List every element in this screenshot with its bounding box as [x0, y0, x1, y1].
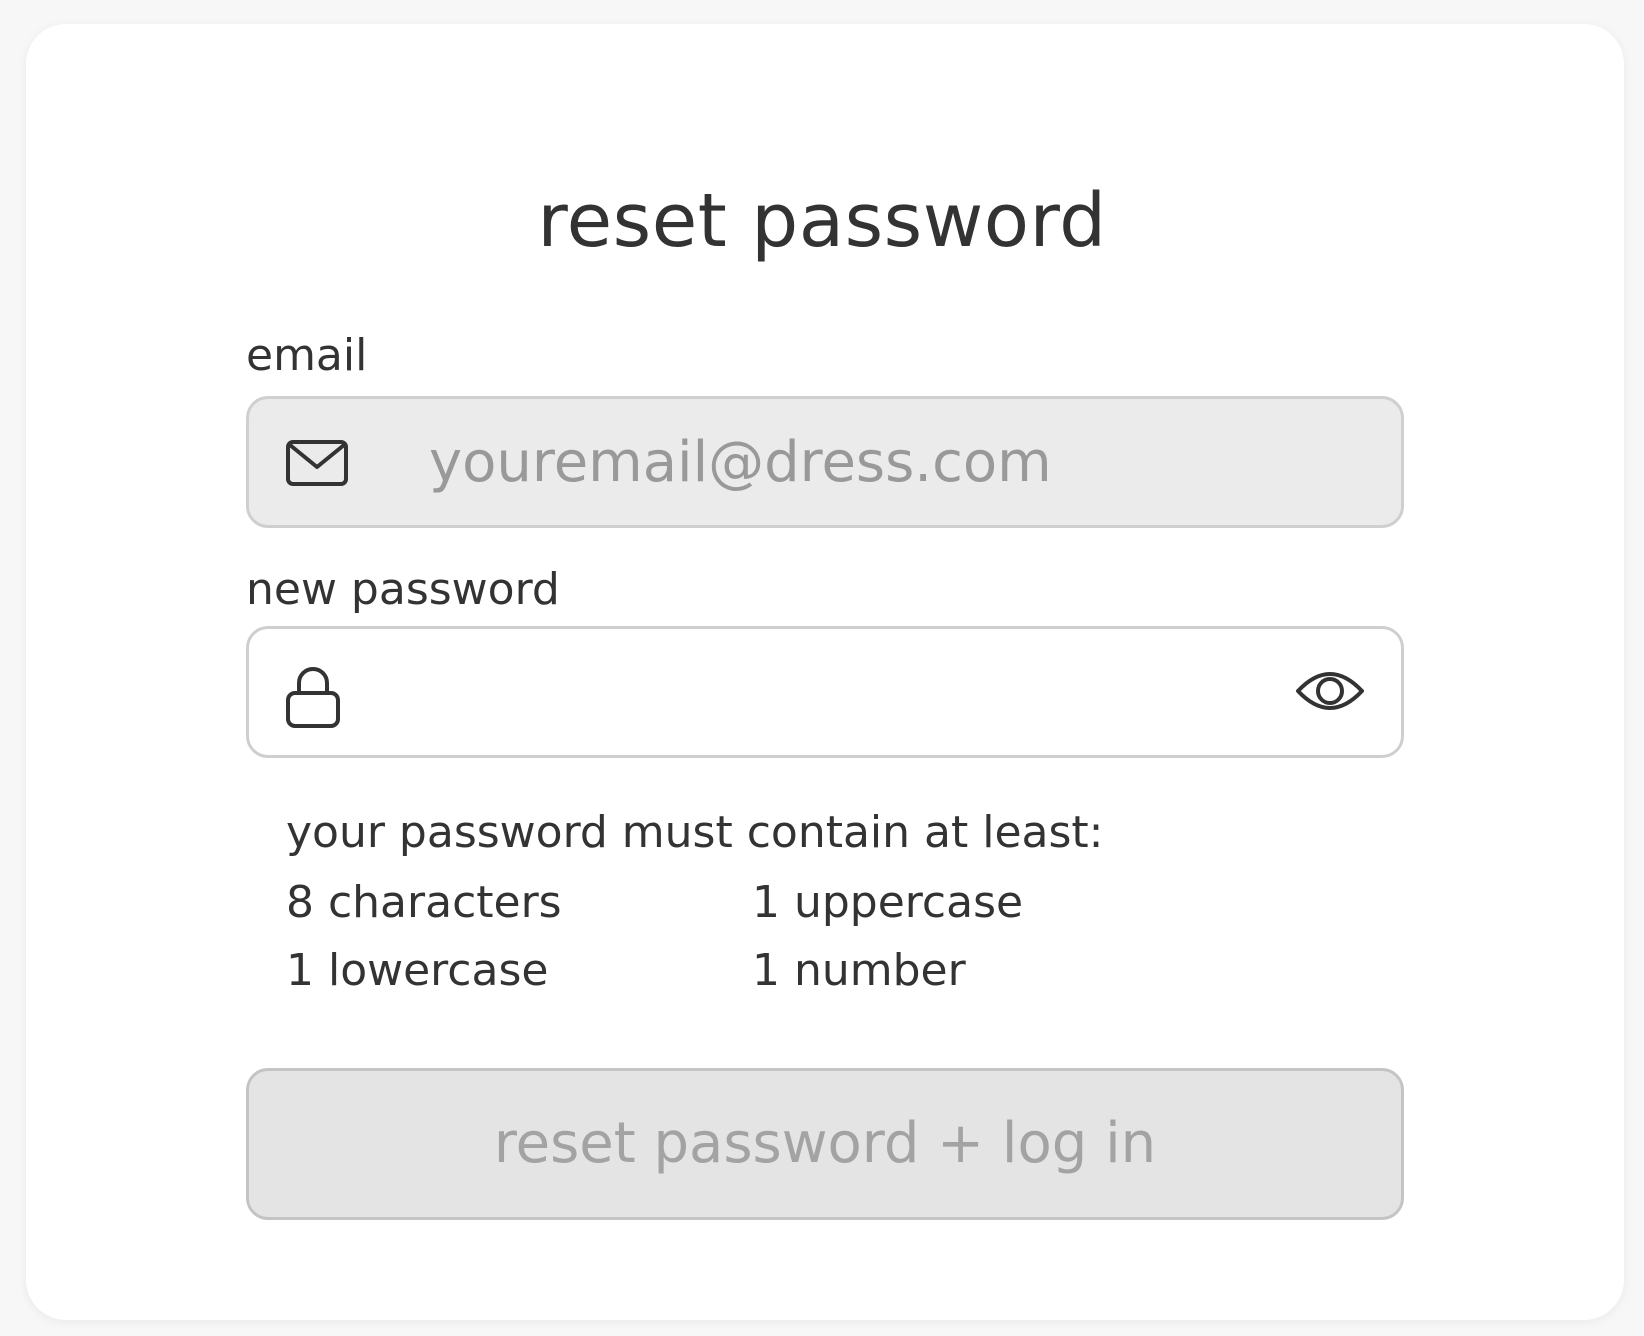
- password-requirements-heading: your password must contain at least:: [286, 807, 1104, 858]
- requirement-uppercase: 1 uppercase: [752, 877, 1024, 928]
- envelope-icon: [285, 439, 349, 491]
- new-password-field-container: [246, 626, 1404, 758]
- new-password-input[interactable]: [369, 643, 1229, 741]
- email-label: email: [246, 330, 368, 381]
- requirement-min-characters: 8 characters: [286, 877, 562, 928]
- eye-icon[interactable]: [1295, 663, 1365, 723]
- requirement-lowercase: 1 lowercase: [286, 945, 549, 996]
- reset-password-login-button[interactable]: reset password + log in: [246, 1068, 1404, 1220]
- new-password-label: new password: [246, 564, 560, 615]
- page-title: reset password: [537, 178, 1107, 264]
- requirement-number: 1 number: [752, 945, 966, 996]
- email-field-container: [246, 396, 1404, 528]
- email-input[interactable]: [429, 413, 1329, 511]
- lock-icon: [285, 667, 341, 733]
